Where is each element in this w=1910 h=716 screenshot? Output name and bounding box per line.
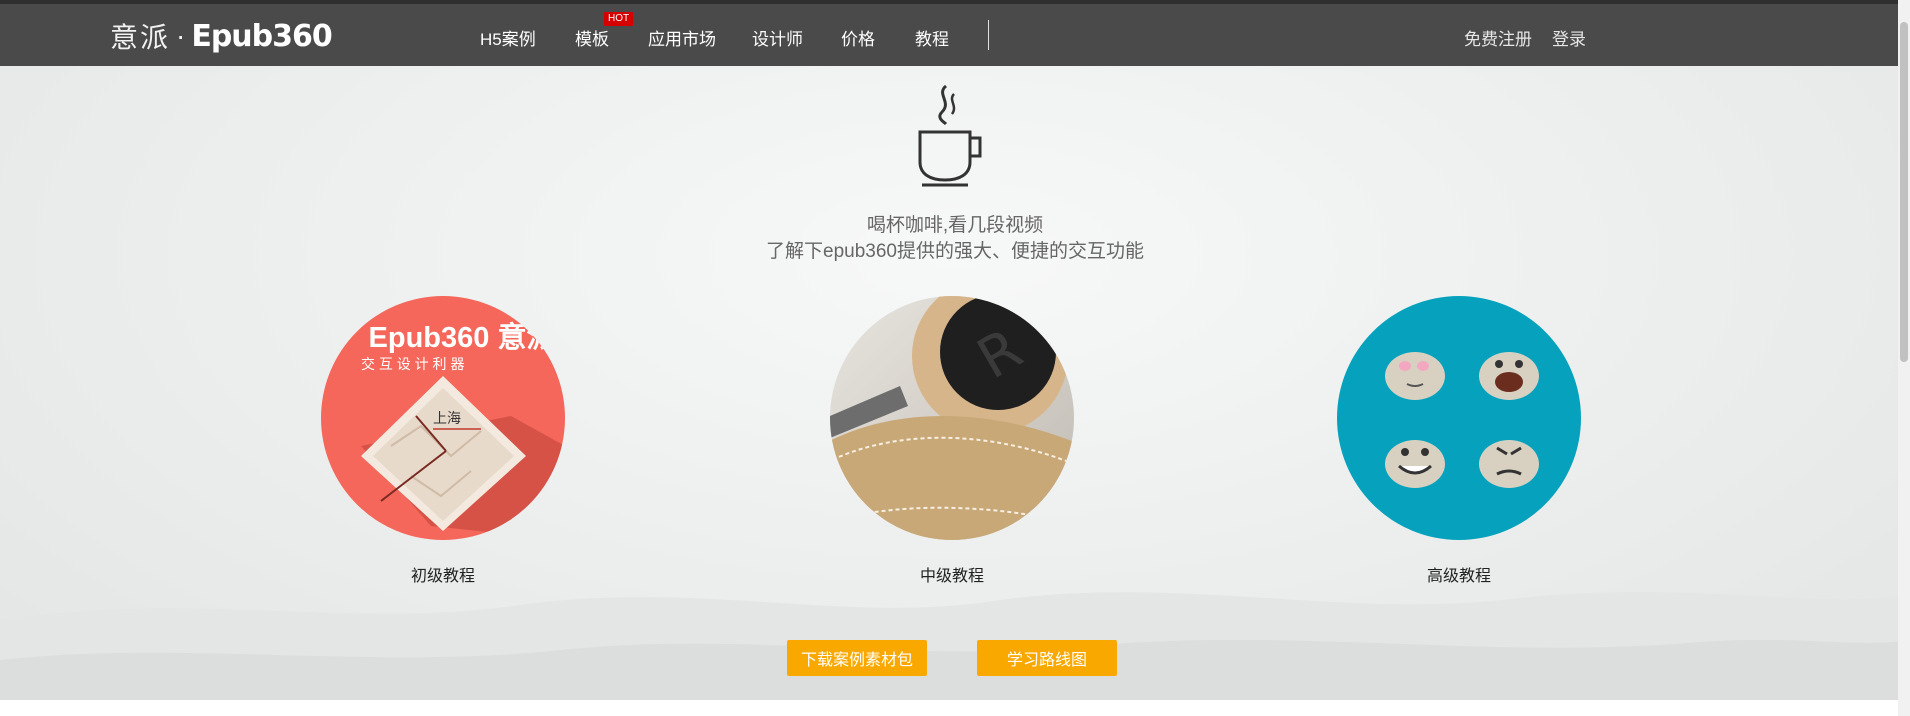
logo-dot: · [176, 20, 186, 51]
image-subtitle-text: 交 互 设 计 利 器 [361, 356, 465, 372]
nav-templates[interactable]: 模板 [575, 25, 609, 50]
logo-cn: 意派 [110, 21, 171, 54]
hero-tagline-2: 了解下epub360提供的强大、便捷的交互功能 [766, 241, 1144, 262]
bottom-bar [0, 700, 1910, 716]
image-brand-text: Epub360 意派 [368, 322, 556, 354]
course-advanced: 高级教程 [1337, 296, 1581, 586]
nav-designers[interactable]: 设计师 [752, 25, 803, 50]
scrollbar[interactable] [1898, 0, 1910, 716]
image-city-text: 上海 [433, 410, 461, 426]
course-advanced-label[interactable]: 高级教程 [1337, 562, 1581, 586]
cartoon-faces-illustration [1385, 352, 1539, 488]
nav-divider [988, 20, 989, 50]
course-beginner: Epub360 意派 交 互 设 计 利 器 上海 初级教程 [321, 296, 565, 586]
register-link[interactable]: 免费注册 [1464, 25, 1532, 50]
course-intermediate-image[interactable]: R [830, 296, 1074, 540]
login-link[interactable]: 登录 [1552, 25, 1586, 50]
nav-tutorials[interactable]: 教程 [915, 25, 949, 50]
course-advanced-image[interactable] [1337, 296, 1581, 540]
course-intermediate: R 中级教程 [830, 296, 1074, 586]
scrollbar-thumb[interactable] [1900, 22, 1908, 362]
course-intermediate-label[interactable]: 中级教程 [830, 562, 1074, 586]
nav-app-market[interactable]: 应用市场 [648, 25, 716, 50]
nav-pricing[interactable]: 价格 [841, 25, 875, 50]
course-beginner-label[interactable]: 初级教程 [321, 562, 565, 586]
learning-roadmap-button[interactable]: 学习路线图 [977, 640, 1117, 676]
download-materials-button[interactable]: 下载案例素材包 [787, 640, 927, 676]
nav-h5-cases[interactable]: H5案例 [480, 25, 536, 50]
headphones-illustration: R [830, 296, 1074, 540]
hero-tagline-1: 喝杯咖啡,看几段视频 [866, 215, 1044, 236]
navbar: 意派 · Epub360 H5案例 模板 HOT 应用市场 设计师 价格 教程 … [0, 4, 1910, 66]
hero-section: 喝杯咖啡,看几段视频 了解下epub360提供的强大、便捷的交互功能 Epub3… [0, 66, 1910, 700]
coffee-cup-icon [918, 84, 982, 187]
course-beginner-image[interactable]: Epub360 意派 交 互 设 计 利 器 上海 [321, 296, 565, 540]
logo-brand: Epub360 [191, 18, 332, 54]
hot-badge: HOT [604, 12, 634, 26]
logo[interactable]: 意派 · Epub360 [110, 16, 333, 56]
